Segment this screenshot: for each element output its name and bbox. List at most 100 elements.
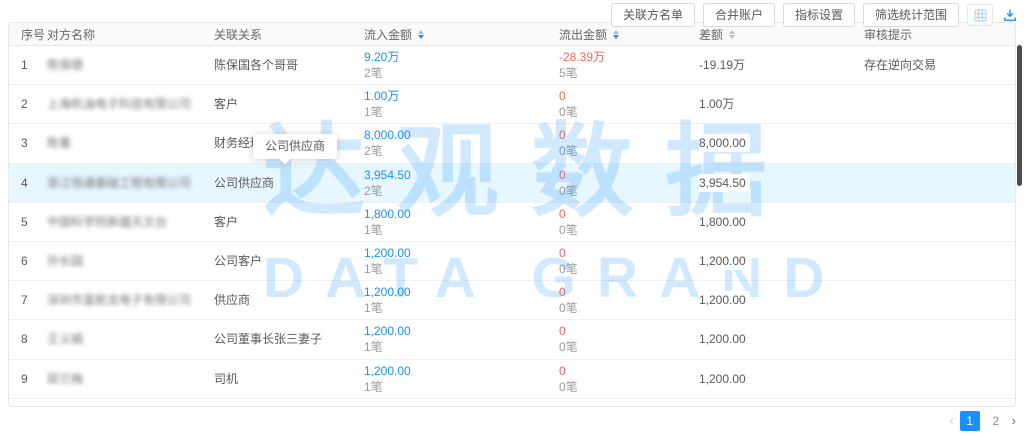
counterparty-name: 深圳市富航龙电子有限公司 [47,292,214,308]
outflow-amount: 0 [559,363,699,379]
merge-accounts-button[interactable]: 合并账户 [703,3,775,27]
indicator-settings-button[interactable]: 指标设置 [783,3,855,27]
inflow-count: 2笔 [364,183,559,199]
inflow-cell: 8,000.00 2笔 [364,127,559,159]
difference-cell: 1,200.00 [699,291,864,309]
inflow-cell: 1,800.00 1笔 [364,206,559,238]
counterparty-name: 邱兰梅 [47,371,214,387]
inflow-amount[interactable]: 1,200.00 [364,363,559,379]
inflow-amount[interactable]: 9.20万 [364,49,559,65]
difference-value: 8,000.00 [699,134,750,152]
page-button-1[interactable]: 1 [960,411,980,431]
related-party-list-button[interactable]: 关联方名单 [611,3,695,27]
inflow-cell: 1,200.00 1笔 [364,245,559,277]
related-party-table: 序号 对方名称 关联关系 流入金额 流出金额 差额 审核提示 1 陈保德 陈保国… [8,22,1016,407]
difference-cell: 1,200.00 [699,252,864,270]
row-index: 5 [21,214,47,230]
row-index: 4 [21,175,47,191]
outflow-amount: 0 [559,323,699,339]
inflow-amount[interactable]: 1,200.00 [364,284,559,300]
sort-inflow-button[interactable] [418,30,424,39]
outflow-cell: 0 0笔 [559,127,699,159]
inflow-cell: 3,954.50 2笔 [364,167,559,199]
inflow-cell: 1,200.00 1笔 [364,284,559,316]
filter-statistics-range-button[interactable]: 筛选统计范围 [863,3,959,27]
inflow-amount[interactable]: 3,954.50 [364,167,559,183]
difference-cell: 1,800.00 [699,213,864,231]
table-row[interactable]: 6 孙长园 公司客户 1,200.00 1笔 0 0笔 1,200.00 [9,242,1015,281]
difference-cell: 1,200.00 [699,370,864,388]
outflow-count: 0笔 [559,222,699,238]
col-header-label: 关联关系 [214,26,262,43]
inflow-amount[interactable]: 1,200.00 [364,323,559,339]
outflow-amount: 0 [559,127,699,143]
outflow-cell: 0 0笔 [559,363,699,395]
outflow-cell: 0 0笔 [559,284,699,316]
difference-value: 1.00万 [699,95,738,113]
row-index: 1 [21,57,47,73]
col-header-index: 序号 [21,26,47,43]
col-header-label: 流入金额 [364,26,412,43]
prev-page-icon[interactable]: ‹ [949,411,953,431]
relation: 供应商 [214,292,364,308]
difference-value: 1,800.00 [699,213,750,231]
counterparty-name: 王义娟 [47,331,214,347]
difference-cell: -19.19万 [699,56,864,74]
difference-cell: 3,954.50 [699,174,864,192]
row-index: 7 [21,292,47,308]
inflow-cell: 1.00万 1笔 [364,88,559,120]
difference-value: 1,200.00 [699,370,750,388]
col-header-inflow: 流入金额 [364,26,559,43]
difference-cell: 1.00万 [699,95,864,113]
inflow-amount[interactable]: 1.00万 [364,88,559,104]
counterparty-name: 孙长园 [47,253,214,269]
download-button[interactable] [1001,4,1019,26]
next-page-icon[interactable]: › [1012,411,1016,431]
inflow-count: 1笔 [364,339,559,355]
relation: 公司董事长张三妻子 [214,331,364,347]
outflow-count: 0笔 [559,261,699,277]
counterparty-name: 陈重 [47,135,214,151]
outflow-amount: 0 [559,245,699,261]
table-row[interactable]: 3 陈重 财务经理 8,000.00 2笔 0 0笔 8,000.00 [9,124,1015,163]
outflow-amount: 0 [559,88,699,104]
col-header-label: 差额 [699,26,723,43]
outflow-count: 0笔 [559,300,699,316]
relation: 公司供应商 [214,175,364,191]
col-header-label: 流出金额 [559,26,607,43]
inflow-cell: 1,200.00 1笔 [364,323,559,355]
sort-difference-button[interactable] [729,30,735,39]
outflow-cell: 0 0笔 [559,88,699,120]
relation: 客户 [214,96,364,112]
vertical-scrollbar[interactable] [1017,45,1022,186]
page-button-2[interactable]: 2 [986,411,1006,431]
outflow-amount: 0 [559,206,699,222]
row-index: 9 [21,371,47,387]
table-row[interactable]: 9 邱兰梅 司机 1,200.00 1笔 0 0笔 1,200.00 [9,360,1015,399]
inflow-count: 1笔 [364,261,559,277]
column-settings-button[interactable] [967,4,993,26]
table-row[interactable]: 1 陈保德 陈保国各个哥哥 9.20万 2笔 -28.39万 5笔 -19.19… [9,46,1015,85]
inflow-amount[interactable]: 8,000.00 [364,127,559,143]
inflow-amount[interactable]: 1,200.00 [364,245,559,261]
table-row[interactable]: 7 深圳市富航龙电子有限公司 供应商 1,200.00 1笔 0 0笔 1,20… [9,281,1015,320]
table-row[interactable]: 5 中国科学院新疆天文台 客户 1,800.00 1笔 0 0笔 1,800.0… [9,203,1015,242]
relation: 客户 [214,214,364,230]
sort-outflow-button[interactable] [613,30,619,39]
col-header-label: 序号 [21,26,45,43]
caret-up-icon [613,30,619,34]
inflow-count: 2笔 [364,65,559,81]
table-row[interactable]: 2 上海机油电子科技有限公司 客户 1.00万 1笔 0 0笔 1.00万 [9,85,1015,124]
download-icon [1003,8,1017,22]
outflow-count: 5笔 [559,65,699,81]
table-row[interactable]: 8 王义娟 公司董事长张三妻子 1,200.00 1笔 0 0笔 1,200.0… [9,320,1015,359]
table-row[interactable]: 4 浙江恒通基础工程有限公司 公司供应商 3,954.50 2笔 0 0笔 3,… [9,164,1015,203]
difference-cell: 1,200.00 [699,330,864,348]
inflow-amount[interactable]: 1,800.00 [364,206,559,222]
inflow-count: 2笔 [364,143,559,159]
difference-value: 1,200.00 [699,330,750,348]
row-index: 8 [21,331,47,347]
col-header-label: 审核提示 [864,26,912,43]
difference-value: 3,954.50 [699,174,750,192]
caret-down-icon [613,35,619,39]
